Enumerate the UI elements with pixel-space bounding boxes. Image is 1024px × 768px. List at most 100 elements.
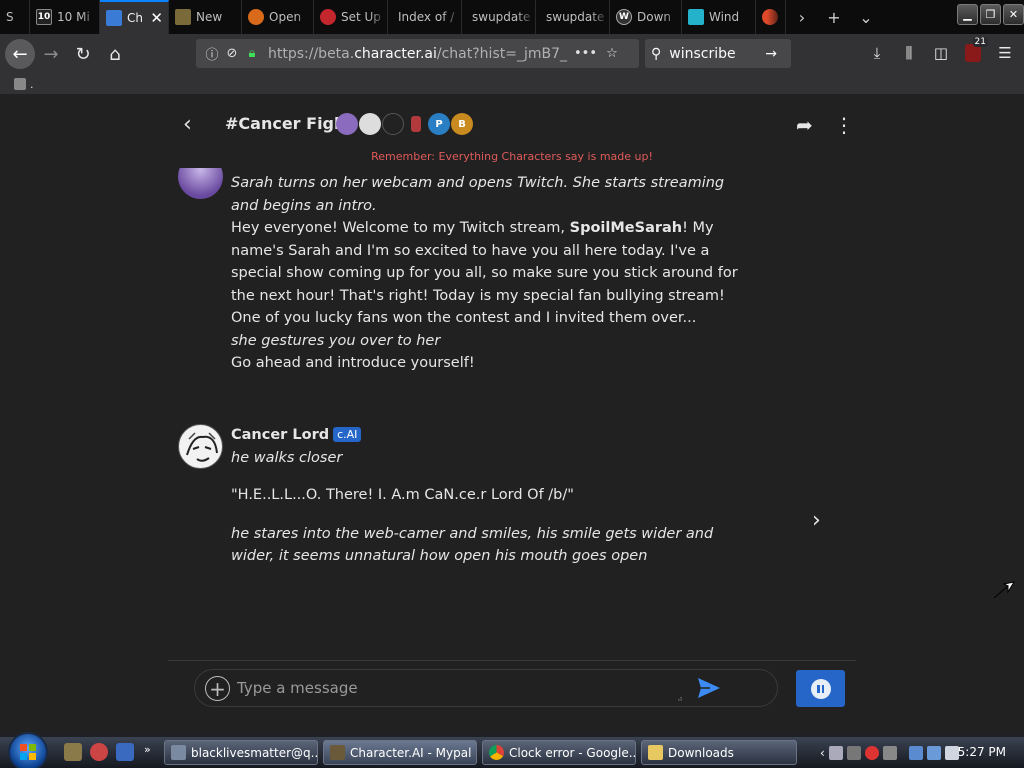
lock-icon[interactable]: 🔒︎ [242,46,262,61]
tab-6[interactable]: Index of / [388,0,462,34]
pause-button[interactable] [796,670,845,707]
message-body: Cancer Lord c.AI he walks closer "H.E..L.… [231,424,751,568]
more-options-icon[interactable]: ⋮ [834,113,854,137]
taskbar-button[interactable]: Character.AI - Mypal [323,740,477,765]
window-controls: ▁ ❐ ✕ [957,4,1024,25]
message-line: Go ahead and introduce yourself! [231,355,475,371]
share-icon[interactable]: ➦ [796,113,813,137]
clock[interactable]: 5:27 PM [958,745,1006,759]
avatar[interactable] [336,113,358,135]
downloads-icon[interactable]: ⤓ [864,39,890,67]
taskbar-label: Clock error - Google... [509,745,636,760]
message-input[interactable] [237,675,667,701]
quicklaunch-icon[interactable] [90,743,108,761]
url-bar[interactable]: ⓘ ⊘ 🔒︎ https://beta.character.ai/chat?hi… [196,39,639,68]
new-tab-icon[interactable]: + [818,0,850,34]
quicklaunch-icon[interactable] [64,743,82,761]
tab-label: 10 Mi [57,10,90,24]
tab-strip: S 10 10 Mi Ch ✕ New Open Set Up Index of… [0,0,1024,34]
tray-icon[interactable] [882,745,897,760]
close-tab-icon[interactable]: ✕ [150,9,163,27]
page-actions-icon[interactable]: ••• [574,46,597,61]
message-line: he walks closer [231,449,343,466]
menu-icon[interactable]: ☰ [992,39,1018,67]
bookmark-star-icon[interactable]: ☆ [602,46,622,61]
ublock-icon[interactable]: 21 [960,37,988,67]
tab-favicon [106,10,122,26]
cai-badge: c.AI [333,427,362,442]
avatar[interactable] [382,113,404,135]
bookmark-icon[interactable] [14,78,26,90]
tab-4[interactable]: Open [242,0,314,34]
avatar[interactable] [178,168,223,199]
tab-label: Open [269,10,302,24]
resize-handle-icon[interactable]: ⠴ [677,694,683,703]
chevron-left-icon[interactable]: ‹ [183,112,192,137]
taskbar-button[interactable]: blacklivesmatter@q... [164,740,318,765]
minimize-icon[interactable]: ▁ [957,4,978,25]
home-icon[interactable]: ⌂ [99,38,131,70]
tab-8[interactable]: swupdate [536,0,610,34]
network-icon[interactable] [908,745,923,760]
start-button[interactable] [8,732,48,768]
tab-favicon [762,9,778,25]
avatar[interactable]: B [451,113,473,135]
forward-icon[interactable]: → [35,38,67,70]
tab-1[interactable]: 10 10 Mi [30,0,100,34]
bookmarks-bar: . [0,74,1024,94]
taskbar-button[interactable]: Clock error - Google... [482,740,636,765]
tab-10[interactable]: Wind [682,0,756,34]
tray-icon[interactable] [864,745,879,760]
tab-favicon [688,9,704,25]
tray-icon[interactable] [846,745,861,760]
plus-icon[interactable]: + [205,676,230,701]
chevron-right-icon[interactable]: › [812,508,821,533]
sidebar-icon[interactable]: ◫ [928,39,954,67]
url-text[interactable]: https://beta.character.ai/chat?hist=_jmB… [268,46,568,62]
tab-favicon [248,9,264,25]
list-all-tabs-icon[interactable]: ⌄ [850,0,882,34]
message-list[interactable]: Sarah turns on her webcam and opens Twit… [168,168,856,660]
navigation-toolbar: ← → ↻ ⌂ ⓘ ⊘ 🔒︎ https://beta.character.ai… [0,34,1024,74]
tab-label: swupdate [546,10,605,24]
reload-icon[interactable]: ↻ [67,38,99,70]
restore-icon[interactable]: ❐ [980,4,1001,25]
folder-icon [648,745,663,760]
search-bar[interactable]: ⚲ winscribe → [645,39,791,68]
avatar[interactable] [359,113,381,135]
avatar[interactable] [178,424,223,469]
tab-0[interactable]: S [0,0,30,34]
tab-label: Wind [709,10,740,24]
taskbar-button[interactable]: Downloads [641,740,797,765]
tab-3[interactable]: New [169,0,242,34]
search-go-icon[interactable]: → [765,46,777,62]
message-composer: + ⠴ [194,669,778,707]
info-icon[interactable]: ⓘ [202,44,222,63]
scroll-tabs-right-icon[interactable]: › [786,0,818,34]
disclaimer-text: Remember: Everything Characters say is m… [371,150,653,163]
avatar[interactable]: P [428,113,450,135]
show-desktop-icon[interactable] [116,743,134,761]
tab-11[interactable] [756,0,786,34]
close-window-icon[interactable]: ✕ [1003,4,1024,25]
send-icon[interactable] [697,677,721,699]
ublock-badge: 21 [972,37,988,47]
app-icon [171,745,186,760]
more-quicklaunch-icon[interactable]: » [144,743,151,756]
tab-7[interactable]: swupdate [462,0,536,34]
back-icon[interactable]: ← [5,39,35,69]
avatar[interactable] [405,113,427,135]
tray-expand-icon[interactable]: ‹ [820,746,825,760]
taskbar-label: Downloads [668,745,734,760]
divider [168,660,856,661]
tray-icon[interactable] [828,745,843,760]
library-icon[interactable]: ⫼ [896,39,922,67]
tab-9[interactable]: W Down [610,0,682,34]
bookmark-label[interactable]: . [30,78,34,91]
tab-active-character-ai[interactable]: Ch ✕ [100,0,169,34]
tab-5[interactable]: Set Up [314,0,388,34]
chrome-icon [489,745,504,760]
search-input[interactable]: winscribe [669,46,757,62]
tracking-protection-icon[interactable]: ⊘ [222,46,242,61]
display-icon[interactable] [926,745,941,760]
